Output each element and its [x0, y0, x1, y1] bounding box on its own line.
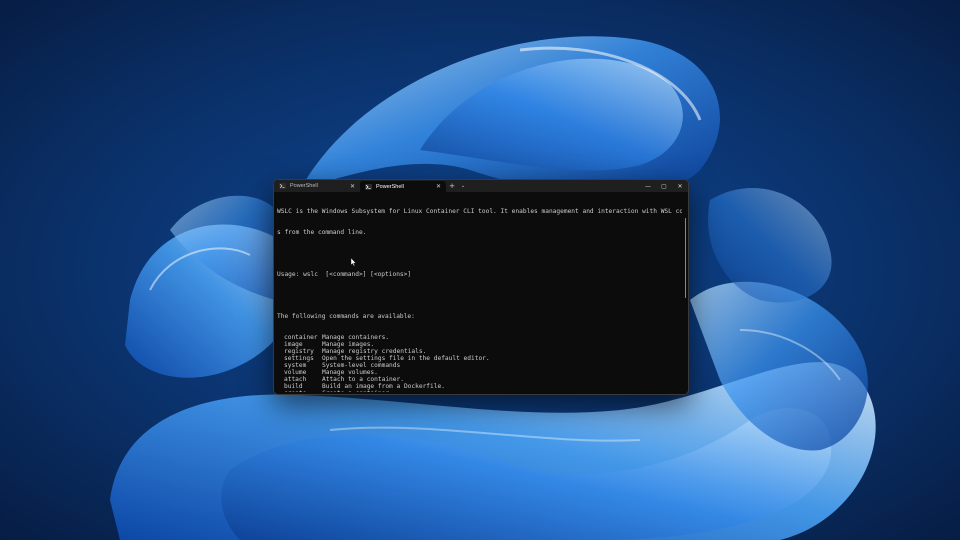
scrollbar[interactable] — [684, 218, 686, 298]
new-tab-button[interactable]: + — [446, 180, 458, 192]
commands-heading: The following commands are available: — [277, 313, 415, 320]
close-tab-icon[interactable]: ✕ — [435, 183, 442, 190]
command-name: attach — [284, 376, 307, 383]
command-row: container Manage containers. — [277, 334, 682, 341]
command-name: build — [284, 383, 303, 390]
command-description: Manage images. — [322, 341, 375, 348]
tab-label: PowerShell — [290, 183, 318, 189]
command-list: container Manage containers. image Manage i… — [277, 334, 682, 392]
usage-line: Usage: wslc [<command>] [<options>] — [277, 271, 412, 278]
tab-label: PowerShell — [376, 183, 404, 190]
command-row: attach Attach to a container. — [277, 376, 682, 383]
command-description: Attach to a container. — [322, 376, 404, 383]
command-description: Manage volumes. — [322, 369, 378, 376]
terminal-output[interactable]: WSLC is the Windows Subsystem for Linux … — [277, 194, 682, 392]
powershell-icon — [279, 183, 286, 189]
command-description: Manage containers. — [322, 334, 390, 341]
command-row: image Manage images. — [277, 341, 682, 348]
command-name: registry — [284, 348, 314, 355]
mouse-pointer-icon — [351, 258, 356, 266]
command-description: System-level commands — [322, 362, 401, 369]
intro-line-1: WSLC is the Windows Subsystem for Linux … — [277, 208, 682, 215]
command-name: volume — [284, 369, 307, 376]
command-row: createCreate a container. — [277, 390, 682, 392]
maximize-button[interactable]: ▢ — [656, 180, 672, 192]
intro-line-2: s from the command line. — [277, 229, 367, 236]
command-name: create — [277, 390, 322, 392]
close-window-button[interactable]: ✕ — [672, 180, 688, 192]
command-row: system System-level commands — [277, 362, 682, 369]
command-description: Manage registry credentials. — [322, 348, 427, 355]
command-description: Create a container. — [322, 390, 393, 392]
minimize-button[interactable]: — — [640, 180, 656, 192]
terminal-window[interactable]: PowerShell ✕ PowerShell ✕ + ⌄ — ▢ ✕ WSLC… — [273, 179, 689, 395]
command-name: settings — [284, 355, 314, 362]
command-row: registry Manage registry credentials. — [277, 348, 682, 355]
command-name: system — [284, 362, 307, 369]
command-description: Open the settings file in the default ed… — [322, 355, 490, 362]
powershell-icon — [365, 183, 372, 190]
command-row: build Build an image from a Dockerfile. — [277, 383, 682, 390]
tab-dropdown-button[interactable]: ⌄ — [458, 180, 468, 192]
command-row: volume Manage volumes. — [277, 369, 682, 376]
tab-powershell-1[interactable]: PowerShell ✕ — [274, 180, 360, 192]
command-name: container — [284, 334, 318, 341]
command-name: image — [284, 341, 303, 348]
close-tab-icon[interactable]: ✕ — [349, 183, 356, 190]
command-description: Build an image from a Dockerfile. — [322, 383, 445, 390]
command-row: settings Open the settings file in the de… — [277, 355, 682, 362]
window-caption-buttons: — ▢ ✕ — [640, 180, 688, 192]
tab-powershell-2[interactable]: PowerShell ✕ — [360, 181, 446, 192]
title-bar[interactable]: PowerShell ✕ PowerShell ✕ + ⌄ — ▢ ✕ — [274, 180, 688, 192]
